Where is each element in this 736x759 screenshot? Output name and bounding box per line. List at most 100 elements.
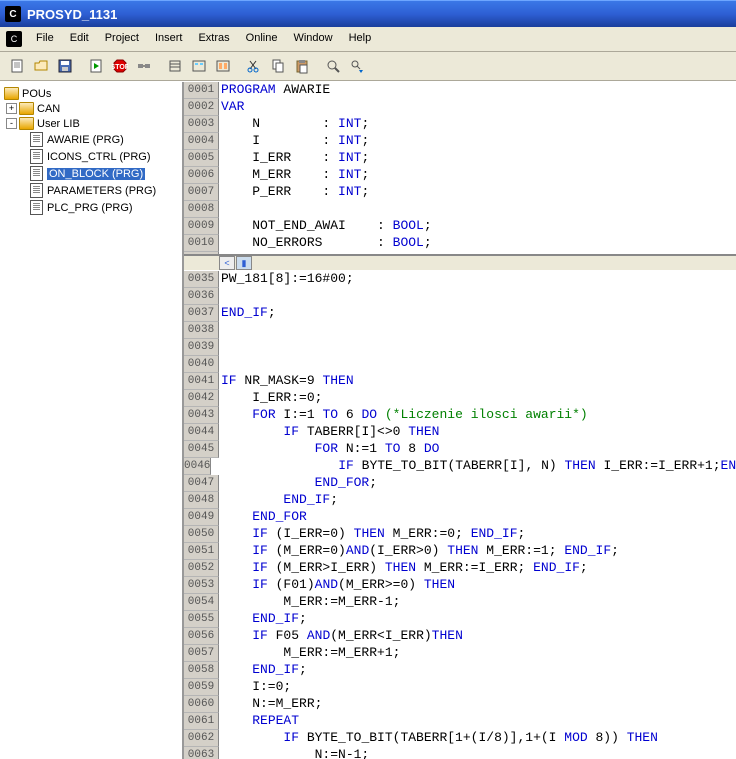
line-content[interactable]: PW_181[8]:=16#00; xyxy=(219,271,736,288)
line-content[interactable]: M_ERR:=M_ERR+1; xyxy=(219,645,736,662)
code-line[interactable]: 0051 IF (M_ERR=0)AND(I_ERR>0) THEN M_ERR… xyxy=(184,543,736,560)
code-line[interactable]: 0061 REPEAT xyxy=(184,713,736,730)
code-line[interactable]: 0035PW_181[8]:=16#00; xyxy=(184,271,736,288)
code-line[interactable]: 0039 xyxy=(184,339,736,356)
line-content[interactable]: M_ERR : INT; xyxy=(219,167,736,184)
line-content[interactable] xyxy=(219,201,736,218)
tree-folder-userlib[interactable]: - User LIB xyxy=(2,116,180,131)
code-line[interactable]: 0002VAR xyxy=(184,99,736,116)
code-line[interactable]: 0058 END_IF; xyxy=(184,662,736,679)
line-content[interactable]: PROGRAM AWARIE xyxy=(219,82,736,99)
connect-button[interactable] xyxy=(132,55,155,77)
stop-button[interactable]: STOP xyxy=(108,55,131,77)
line-content[interactable]: FOR N:=1 TO 8 DO xyxy=(219,441,736,458)
scroll-thumb[interactable]: ▮ xyxy=(236,256,252,270)
collapse-icon[interactable]: - xyxy=(6,118,17,129)
line-content[interactable]: END_IF; xyxy=(219,611,736,628)
expand-icon[interactable]: + xyxy=(6,103,17,114)
cut-button[interactable] xyxy=(242,55,265,77)
line-content[interactable]: IF NR_MASK=9 THEN xyxy=(219,373,736,390)
code-line[interactable]: 0036 xyxy=(184,288,736,305)
code-line[interactable]: 0059 I:=0; xyxy=(184,679,736,696)
line-content[interactable]: IF (F01)AND(M_ERR>=0) THEN xyxy=(219,577,736,594)
code-line[interactable]: 0001PROGRAM AWARIE xyxy=(184,82,736,99)
code-line[interactable]: 0046 IF BYTE_TO_BIT(TABERR[I], N) THEN I… xyxy=(184,458,736,475)
code-line[interactable]: 0053 IF (F01)AND(M_ERR>=0) THEN xyxy=(184,577,736,594)
tree-item[interactable]: AWARIE (PRG) xyxy=(2,131,180,148)
line-content[interactable]: I_ERR : INT; xyxy=(219,150,736,167)
line-content[interactable]: FOR I:=1 TO 6 DO (*Liczenie ilosci awari… xyxy=(219,407,736,424)
code-line[interactable]: 0003 N : INT; xyxy=(184,116,736,133)
tool-1[interactable] xyxy=(163,55,186,77)
tree-root[interactable]: POUs xyxy=(2,86,180,101)
line-content[interactable]: VAR xyxy=(219,99,736,116)
line-content[interactable]: IF F05 AND(M_ERR<I_ERR)THEN xyxy=(219,628,736,645)
line-content[interactable] xyxy=(219,339,736,356)
code-line[interactable]: 0040 xyxy=(184,356,736,373)
line-content[interactable]: N : INT; xyxy=(219,116,736,133)
sys-menu-icon[interactable]: C xyxy=(6,31,22,47)
line-content[interactable]: M_ERR:=M_ERR-1; xyxy=(219,594,736,611)
open-button[interactable] xyxy=(29,55,52,77)
line-content[interactable]: IF BYTE_TO_BIT(TABERR[1+(I/8)],1+(I MOD … xyxy=(219,730,736,747)
code-line[interactable]: 0007 P_ERR : INT; xyxy=(184,184,736,201)
code-line[interactable]: 0041IF NR_MASK=9 THEN xyxy=(184,373,736,390)
line-content[interactable]: END_IF; xyxy=(219,305,736,322)
tool-2[interactable] xyxy=(187,55,210,77)
tree-item[interactable]: PARAMETERS (PRG) xyxy=(2,182,180,199)
line-content[interactable] xyxy=(219,288,736,305)
find-button[interactable] xyxy=(321,55,344,77)
code-line[interactable]: 0038 xyxy=(184,322,736,339)
line-content[interactable]: I:=0; xyxy=(219,679,736,696)
code-line[interactable]: 0056 IF F05 AND(M_ERR<I_ERR)THEN xyxy=(184,628,736,645)
code-line[interactable]: 0049 END_FOR xyxy=(184,509,736,526)
tree-item[interactable]: ICONS_CTRL (PRG) xyxy=(2,148,180,165)
code-line[interactable]: 0047 END_FOR; xyxy=(184,475,736,492)
line-content[interactable]: NOT_END_AWAI : BOOL; xyxy=(219,218,736,235)
code-line[interactable]: 0037END_IF; xyxy=(184,305,736,322)
copy-button[interactable] xyxy=(266,55,289,77)
code-line[interactable]: 0044 IF TABERR[I]<>0 THEN xyxy=(184,424,736,441)
line-content[interactable]: N:=N-1; xyxy=(219,747,736,759)
line-content[interactable]: END_IF; xyxy=(219,662,736,679)
new-button[interactable] xyxy=(5,55,28,77)
code-body[interactable]: 0035PW_181[8]:=16#00;00360037END_IF;0038… xyxy=(184,271,736,759)
find-next-button[interactable] xyxy=(345,55,368,77)
code-line[interactable]: 0006 M_ERR : INT; xyxy=(184,167,736,184)
tree-item[interactable]: ON_BLOCK (PRG) xyxy=(2,165,180,182)
line-content[interactable]: I_ERR:=0; xyxy=(219,390,736,407)
code-line[interactable]: 0045 FOR N:=1 TO 8 DO xyxy=(184,441,736,458)
line-content[interactable]: IF (I_ERR=0) THEN M_ERR:=0; END_IF; xyxy=(219,526,736,543)
line-content[interactable]: NO_ERRORS : BOOL; xyxy=(219,235,736,252)
line-content[interactable]: N:=M_ERR; xyxy=(219,696,736,713)
code-declarations[interactable]: 0001PROGRAM AWARIE0002VAR0003 N : INT;00… xyxy=(184,82,736,254)
menu-window[interactable]: Window xyxy=(285,29,340,49)
line-content[interactable]: END_IF; xyxy=(219,492,736,509)
code-line[interactable]: 0048 END_IF; xyxy=(184,492,736,509)
line-content[interactable]: I : INT; xyxy=(219,133,736,150)
line-content[interactable]: IF BYTE_TO_BIT(TABERR[I], N) THEN I_ERR:… xyxy=(211,458,736,475)
code-line[interactable]: 0008 xyxy=(184,201,736,218)
menu-project[interactable]: Project xyxy=(97,29,147,49)
line-content[interactable]: IF (M_ERR=0)AND(I_ERR>0) THEN M_ERR:=1; … xyxy=(219,543,736,560)
menu-extras[interactable]: Extras xyxy=(190,29,237,49)
paste-button[interactable] xyxy=(290,55,313,77)
project-tree[interactable]: POUs + CAN - User LIB AWARIE (PRG)ICONS_… xyxy=(0,82,184,759)
code-line[interactable]: 0010 NO_ERRORS : BOOL; xyxy=(184,235,736,252)
line-content[interactable]: END_FOR; xyxy=(219,475,736,492)
menu-help[interactable]: Help xyxy=(341,29,380,49)
code-line[interactable]: 0054 M_ERR:=M_ERR-1; xyxy=(184,594,736,611)
line-content[interactable]: REPEAT xyxy=(219,713,736,730)
tool-3[interactable] xyxy=(211,55,234,77)
run-button[interactable] xyxy=(84,55,107,77)
code-line[interactable]: 0043 FOR I:=1 TO 6 DO (*Liczenie ilosci … xyxy=(184,407,736,424)
code-line[interactable]: 0004 I : INT; xyxy=(184,133,736,150)
line-content[interactable]: IF TABERR[I]<>0 THEN xyxy=(219,424,736,441)
line-content[interactable] xyxy=(219,322,736,339)
code-line[interactable]: 0060 N:=M_ERR; xyxy=(184,696,736,713)
menu-edit[interactable]: Edit xyxy=(62,29,97,49)
editor-splitter[interactable]: < ▮ xyxy=(184,254,736,271)
code-line[interactable]: 0057 M_ERR:=M_ERR+1; xyxy=(184,645,736,662)
line-content[interactable]: P_ERR : INT; xyxy=(219,184,736,201)
code-line[interactable]: 0009 NOT_END_AWAI : BOOL; xyxy=(184,218,736,235)
